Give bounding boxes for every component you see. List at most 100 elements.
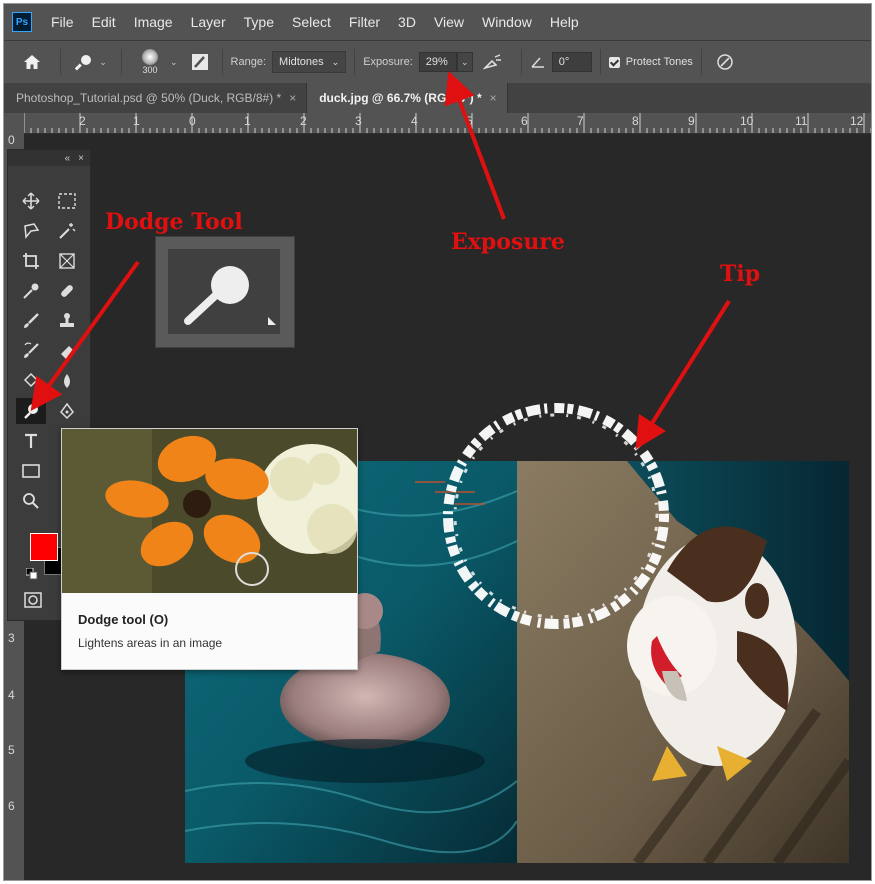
tool-preset-picker[interactable]: ⌄ (69, 47, 113, 77)
tab-label: Photoshop_Tutorial.psd @ 50% (Duck, RGB/… (16, 91, 282, 105)
close-icon[interactable]: × (289, 91, 296, 105)
marquee-tool[interactable] (52, 188, 82, 214)
history-brush-tool[interactable] (16, 338, 46, 364)
paint-bucket-icon (23, 372, 40, 388)
pen-tool[interactable] (52, 398, 82, 424)
menu-layer[interactable]: Layer (182, 14, 235, 30)
clone-stamp-tool[interactable] (52, 308, 82, 334)
ruler-label: 4 (8, 688, 15, 702)
options-bar: ⌄ 300 ⌄ Range: Midtones ⌄ Exposure: 29% … (4, 40, 871, 83)
menu-type[interactable]: Type (235, 14, 283, 30)
default-colors-icon[interactable] (25, 567, 38, 585)
menu-help[interactable]: Help (541, 14, 588, 30)
move-icon (22, 192, 40, 210)
menu-window[interactable]: Window (473, 14, 541, 30)
bandage-icon (61, 285, 73, 297)
close-icon[interactable]: × (490, 91, 497, 105)
tool-tooltip: Dodge tool (O) Lightens areas in an imag… (61, 428, 358, 670)
home-button[interactable] (12, 47, 52, 77)
tooltip-preview-image (62, 429, 357, 593)
eraser-icon (61, 346, 74, 359)
zoom-tool[interactable] (16, 488, 46, 514)
separator (60, 49, 61, 75)
frame-icon (59, 253, 75, 269)
close-icon[interactable]: × (78, 153, 84, 164)
exposure-input[interactable]: 29% (418, 52, 457, 72)
eraser-tool[interactable] (52, 338, 82, 364)
dodge-tool[interactable] (16, 398, 46, 424)
quick-mask-icon[interactable] (24, 592, 42, 613)
blur-tool[interactable] (52, 368, 82, 394)
document-tabs: Photoshop_Tutorial.psd @ 50% (Duck, RGB/… (4, 83, 871, 113)
tab-photoshop-tutorial[interactable]: Photoshop_Tutorial.psd @ 50% (Duck, RGB/… (4, 83, 308, 113)
magic-wand-tool[interactable] (52, 218, 82, 244)
history-brush-icon (24, 342, 39, 358)
protect-tones-label: Protect Tones (625, 56, 693, 68)
paint-bucket-tool[interactable] (16, 368, 46, 394)
chevron-down-icon[interactable]: ⌄ (170, 57, 178, 68)
rectangle-tool[interactable] (16, 458, 46, 484)
separator (354, 49, 356, 75)
airbrush-button[interactable] (473, 47, 513, 77)
move-tool[interactable] (16, 188, 46, 214)
eyedropper-tool[interactable] (16, 278, 46, 304)
frame-tool[interactable] (52, 248, 82, 274)
ruler-label: 5 (466, 114, 473, 128)
collapse-icon[interactable]: « (65, 153, 71, 164)
protect-tones-checkbox[interactable] (608, 56, 620, 68)
lasso-tool[interactable] (16, 218, 46, 244)
tooltip-title: Dodge tool (O) (78, 612, 169, 627)
crop-icon (23, 253, 39, 269)
ruler-label: 11 (795, 114, 808, 128)
range-value: Midtones (279, 56, 324, 68)
chevron-down-icon: ⌄ (331, 56, 340, 67)
brush-icon (24, 313, 39, 328)
type-icon (25, 433, 37, 448)
type-tool[interactable] (16, 428, 46, 454)
ruler-label: 6 (8, 799, 15, 813)
foreground-color-swatch[interactable] (30, 533, 58, 561)
tab-duck-jpg[interactable]: duck.jpg @ 66.7% (RGB/8*) * × (307, 83, 508, 113)
ruler-label: 1 (244, 114, 251, 128)
range-dropdown[interactable]: Midtones ⌄ (272, 51, 347, 73)
horizontal-ruler[interactable]: 2 1 0 1 2 3 4 5 6 7 8 9 10 11 12 (24, 113, 871, 134)
tab-label: duck.jpg @ 66.7% (RGB/8*) * (319, 91, 482, 105)
angle-icon (531, 57, 544, 68)
stamp-icon (60, 313, 74, 327)
zoom-icon (23, 493, 39, 509)
brush-settings-button[interactable] (186, 47, 214, 77)
ruler-label: 4 (411, 114, 418, 128)
tip-annotation: Tip (720, 261, 761, 287)
menu-filter[interactable]: Filter (340, 14, 389, 30)
home-icon (24, 55, 40, 69)
menu-3d[interactable]: 3D (389, 14, 425, 30)
ruler-label: 5 (8, 743, 15, 757)
range-label: Range: (230, 56, 267, 68)
separator (700, 49, 702, 75)
menu-image[interactable]: Image (125, 14, 182, 30)
separator (221, 49, 223, 75)
brush-angle-input[interactable]: 0° (551, 52, 592, 72)
brush-panel-icon (191, 54, 208, 70)
dodge-icon (24, 404, 38, 419)
brush-tip-cursor (443, 403, 669, 629)
dodge-tool-zoom-preview (155, 236, 295, 348)
ruler-label: 0 (189, 114, 196, 128)
exposure-dropdown[interactable]: ⌄ (456, 52, 473, 72)
drop-icon (64, 374, 70, 388)
healing-brush-tool[interactable] (52, 278, 82, 304)
ruler-label: 9 (688, 114, 695, 128)
ruler-label: 6 (521, 114, 528, 128)
crop-tool[interactable] (16, 248, 46, 274)
eyedropper-icon (23, 283, 39, 299)
menu-edit[interactable]: Edit (83, 14, 125, 30)
soft-brush-icon (142, 49, 158, 65)
pressure-size-button[interactable] (710, 47, 740, 77)
ruler-label: 7 (577, 114, 584, 128)
brush-picker[interactable]: 300 (130, 47, 170, 77)
brush-tool[interactable] (16, 308, 46, 334)
menu-file[interactable]: File (42, 14, 83, 30)
ruler-label: 12 (850, 114, 864, 128)
menu-select[interactable]: Select (283, 14, 340, 30)
menu-view[interactable]: View (425, 14, 473, 30)
